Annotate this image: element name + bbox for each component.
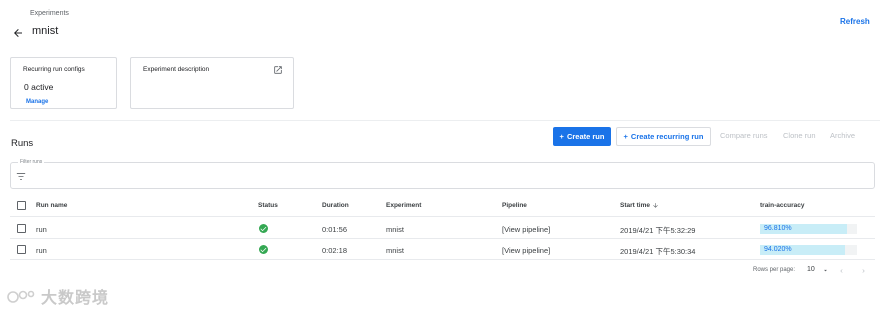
experiment-description-card: Experiment description: [130, 57, 294, 109]
row-checkbox[interactable]: [17, 224, 26, 233]
back-arrow-icon[interactable]: [12, 27, 24, 39]
watermark-logo-icon: [7, 290, 35, 303]
card-title-recurring: Recurring run configs: [23, 66, 85, 73]
run-start-time: 2019/4/21 下午5:32:29: [620, 226, 696, 235]
page-title: mnist: [32, 25, 59, 37]
manage-link[interactable]: Manage: [26, 99, 48, 105]
column-pipeline[interactable]: Pipeline: [502, 202, 527, 209]
row-divider: [10, 238, 875, 239]
view-pipeline-link[interactable]: [View pipeline]: [502, 225, 550, 234]
filter-runs-input[interactable]: Filter runs: [10, 159, 875, 189]
row-checkbox[interactable]: [17, 245, 26, 254]
column-run-name[interactable]: Run name: [36, 202, 67, 209]
rows-per-page-select[interactable]: 10: [807, 266, 815, 273]
dropdown-caret-icon[interactable]: [822, 267, 829, 274]
filter-label: Filter runs: [18, 159, 45, 165]
chevron-left-icon[interactable]: [838, 267, 845, 275]
column-experiment[interactable]: Experiment: [386, 202, 421, 209]
card-title-description: Experiment description: [143, 66, 210, 73]
header-divider: [10, 216, 875, 217]
column-start-time[interactable]: Start time: [620, 202, 650, 209]
view-pipeline-link[interactable]: [View pipeline]: [502, 246, 550, 255]
runs-section-title: Runs: [11, 138, 34, 149]
clone-run-button[interactable]: Clone run: [783, 131, 816, 140]
sort-arrow-down-icon[interactable]: [652, 202, 659, 209]
column-status[interactable]: Status: [258, 202, 278, 209]
run-duration: 0:01:56: [322, 225, 348, 234]
create-run-label: Create run: [566, 132, 605, 141]
select-all-checkbox[interactable]: [17, 201, 26, 210]
run-experiment[interactable]: mnist: [386, 225, 404, 234]
run-duration: 0:02:18: [322, 246, 348, 255]
watermark-text: 大数跨境: [41, 290, 110, 307]
filter-list-icon[interactable]: [16, 172, 26, 181]
create-recurring-run-button[interactable]: + Create recurring run: [616, 127, 711, 146]
column-duration[interactable]: Duration: [322, 202, 349, 209]
create-run-button[interactable]: + Create run: [553, 127, 611, 146]
accuracy-bar: 94.020%: [760, 245, 845, 255]
column-train-accuracy[interactable]: train-accuracy: [760, 202, 804, 209]
recurring-run-configs-card: Recurring run configs 0 active Manage: [10, 57, 117, 109]
accuracy-value: 94.020%: [764, 246, 792, 253]
chevron-right-icon[interactable]: [860, 267, 867, 275]
run-start-time: 2019/4/21 下午5:30:34: [620, 247, 696, 256]
compare-runs-button[interactable]: Compare runs: [720, 131, 768, 140]
accuracy-value: 96.810%: [764, 225, 792, 232]
recurring-active-count: 0 active: [24, 82, 54, 92]
run-experiment[interactable]: mnist: [386, 246, 404, 255]
accuracy-bar: 96.810%: [760, 224, 847, 234]
status-succeeded-icon: [259, 245, 268, 254]
refresh-button[interactable]: Refresh: [840, 17, 870, 26]
plus-icon: +: [623, 132, 628, 141]
archive-button[interactable]: Archive: [830, 131, 855, 140]
rows-per-page-label: Rows per page:: [753, 267, 796, 273]
section-divider: [10, 120, 880, 121]
run-name-link[interactable]: run: [36, 225, 47, 234]
row-divider: [10, 259, 875, 260]
status-succeeded-icon: [259, 224, 268, 233]
breadcrumb-experiments[interactable]: Experiments: [30, 10, 69, 17]
plus-icon: +: [559, 132, 564, 141]
open-in-new-icon[interactable]: [273, 65, 283, 75]
run-name-link[interactable]: run: [36, 246, 47, 255]
create-recurring-run-label: Create recurring run: [630, 132, 704, 141]
watermark: 大数跨境: [7, 284, 109, 308]
